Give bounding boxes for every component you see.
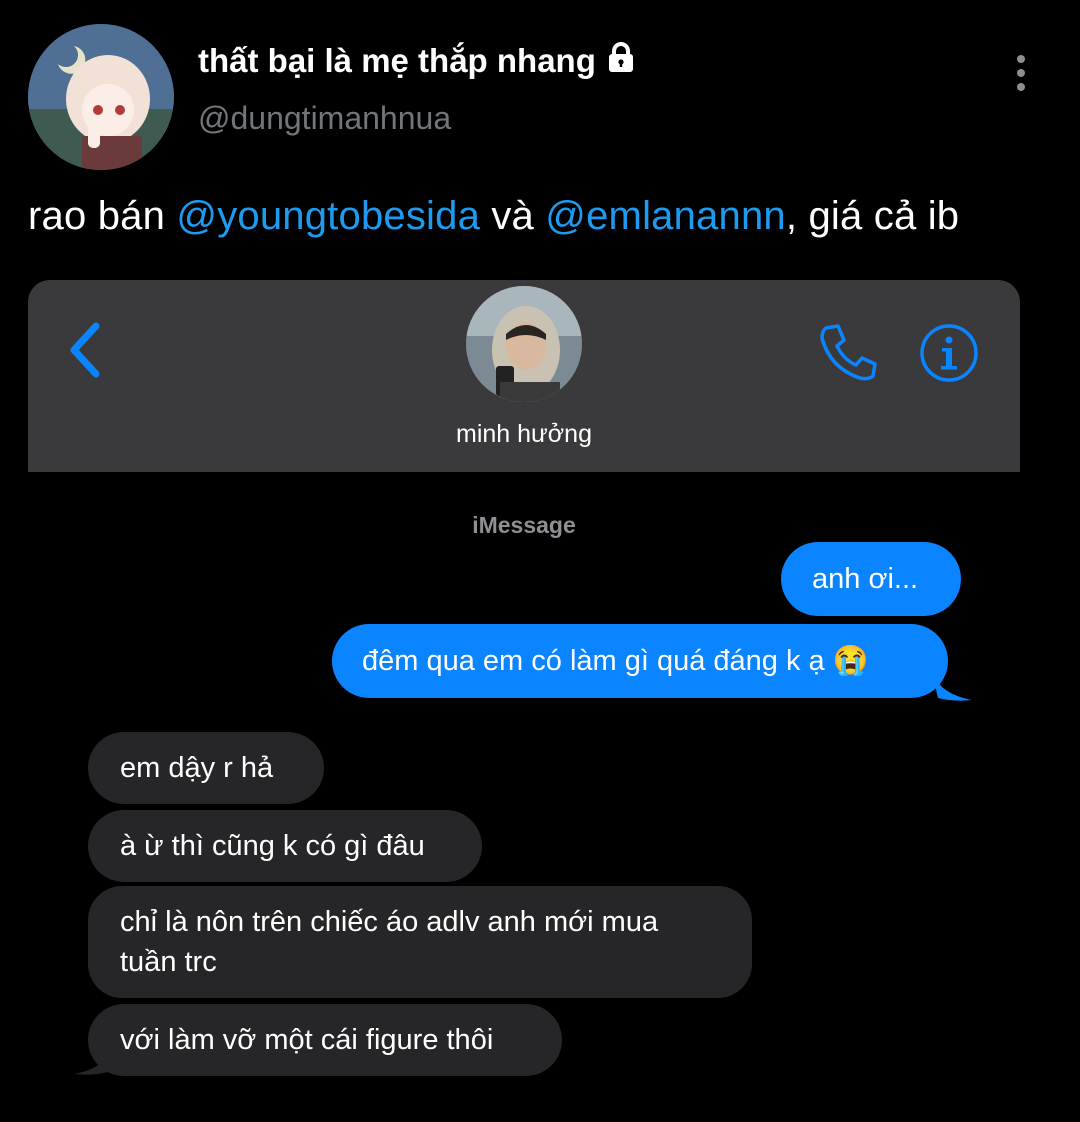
message-bubble-received[interactable]: với làm vỡ một cái figure thôi — [88, 1004, 562, 1076]
message-text: em dậy r hả — [120, 752, 274, 784]
service-label: iMessage — [472, 512, 576, 538]
attached-screenshot[interactable]: minh hưởng iMessage anh ơi... đêm qua em… — [28, 280, 1020, 1100]
author-display-name[interactable]: thất bại là mẹ thắp nhang — [198, 40, 638, 82]
more-options-button[interactable] — [1000, 50, 1042, 96]
back-button[interactable] — [62, 320, 112, 380]
message-bubble-received[interactable]: à ừ thì cũng k có gì đâu — [88, 810, 482, 882]
call-button[interactable] — [816, 320, 880, 384]
bubble-tail — [932, 672, 972, 701]
tweet-text: rao bán @youngtobesida và @emlanannn, gi… — [28, 194, 959, 239]
tweet-text-part: rao bán — [28, 194, 177, 238]
message-bubble-received[interactable]: chỉ là nôn trên chiếc áo adlv anh mới mu… — [88, 886, 752, 998]
message-bubble-sent[interactable]: anh ơi... — [781, 542, 961, 616]
info-icon — [920, 324, 978, 382]
author-avatar-image — [28, 24, 174, 170]
more-icon-dot — [1017, 69, 1025, 77]
lock-icon — [604, 40, 638, 82]
message-text: à ừ thì cũng k có gì đâu — [120, 830, 425, 862]
message-bubble-sent[interactable]: đêm qua em có làm gì quá đáng k ạ 😭 — [332, 624, 948, 698]
message-bubble-received[interactable]: em dậy r hả — [88, 732, 324, 804]
more-icon — [1017, 55, 1025, 63]
message-text-line: tuần trc — [120, 946, 217, 978]
bubble-tail — [74, 1046, 114, 1075]
display-name-text: thất bại là mẹ thắp nhang — [198, 42, 596, 79]
contact-avatar-image — [466, 286, 582, 402]
more-icon-dot — [1017, 83, 1025, 91]
imessage-header: minh hưởng — [28, 280, 1020, 472]
message-text: đêm qua em có làm gì quá đáng k ạ 😭 — [362, 645, 869, 677]
message-text: anh ơi... — [812, 563, 919, 595]
author-handle[interactable]: @dungtimanhnua — [198, 100, 451, 137]
author-avatar[interactable] — [28, 24, 174, 170]
tweet-text-part: , giá cả ib — [785, 194, 960, 238]
tweet-text-part: và — [480, 194, 546, 238]
contact-name[interactable]: minh hưởng — [28, 420, 1020, 449]
message-text-line: chỉ là nôn trên chiếc áo adlv anh mới mu… — [120, 906, 659, 938]
message-text: với làm vỡ một cái figure thôi — [120, 1024, 494, 1056]
phone-icon — [820, 324, 877, 381]
back-chevron-icon — [70, 322, 100, 378]
mention-link[interactable]: @youngtobesida — [176, 194, 480, 238]
mention-link[interactable]: @emlanannn — [545, 194, 786, 238]
contact-avatar[interactable] — [466, 286, 582, 402]
info-button[interactable] — [918, 322, 980, 384]
